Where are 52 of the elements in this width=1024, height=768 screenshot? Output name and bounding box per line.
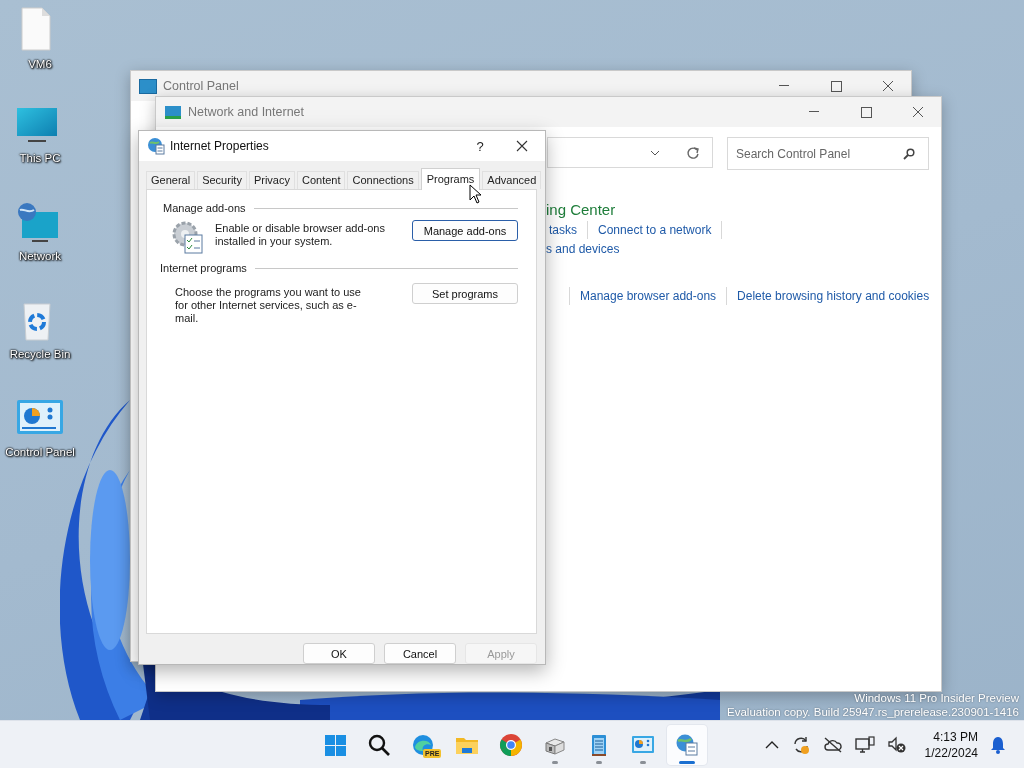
default-button[interactable]: Manage add-ons: [412, 220, 518, 241]
description-text: Choose the programs you want to use for other Internet services, such as e-mail.: [175, 285, 362, 325]
close-icon: [882, 80, 894, 92]
window-title: Control Panel: [163, 79, 239, 93]
window-title: Network and Internet: [188, 105, 305, 119]
tab[interactable]: Privacy: [248, 171, 295, 189]
dialog-title: Internet Properties: [170, 139, 269, 153]
tab[interactable]: General: [146, 171, 196, 189]
section-heading[interactable]: ing Center: [546, 201, 941, 220]
volume-muted-icon[interactable]: [886, 736, 907, 754]
group-label: Manage add-ons: [163, 202, 246, 214]
chrome-icon: [499, 733, 523, 757]
tab[interactable]: Content: [296, 171, 346, 189]
refresh-icon[interactable]: [686, 145, 700, 160]
link[interactable]: s and devices: [546, 240, 630, 258]
dialog-button[interactable]: OK: [303, 643, 375, 664]
bell-icon[interactable]: [990, 736, 1006, 754]
search-icon: [367, 733, 391, 757]
tab[interactable]: Programs: [420, 168, 481, 190]
network-folder-icon: [164, 104, 182, 120]
chevron-up-icon[interactable]: [764, 741, 779, 749]
globe-checklist-icon: [675, 733, 699, 757]
link[interactable]: Delete browsing history and cookies: [726, 287, 940, 305]
start-icon: [323, 733, 347, 757]
group-label: Internet programs: [160, 262, 247, 274]
tab[interactable]: Security: [197, 171, 247, 189]
watermark-text: Windows 11 Pro Insider Preview: [853, 691, 1019, 705]
tab[interactable]: Advanced: [482, 171, 542, 189]
close-icon: [912, 106, 924, 118]
help-button[interactable]: ?: [470, 138, 490, 154]
dialog-button[interactable]: Cancel: [384, 643, 456, 664]
gear-checklist-icon: [171, 220, 203, 254]
network-icon[interactable]: [854, 736, 875, 754]
globe-checklist-icon: [147, 137, 165, 155]
link[interactable]: Connect to a network: [587, 221, 723, 239]
description-text: Enable or disable browser add-ons installed in your system.: [215, 221, 386, 248]
search-icon: [903, 148, 915, 160]
watermark-text: Evaluation copy. Build 25947.rs_prerelease.230901-1416: [727, 705, 1019, 719]
link[interactable]: Manage browser add-ons: [569, 287, 727, 305]
minimize-icon: [779, 85, 789, 87]
tab[interactable]: Connections: [347, 171, 419, 189]
search-field[interactable]: Search Control Panel: [727, 137, 929, 170]
cloud-off-icon[interactable]: [822, 737, 843, 753]
chevron-down-icon[interactable]: [650, 149, 660, 156]
close-icon: [516, 140, 528, 152]
minimize-icon: [809, 111, 819, 113]
time-label: 4:13 PM: [933, 729, 978, 745]
control-panel-icon: [139, 78, 157, 94]
link[interactable]: tasks: [546, 221, 587, 239]
date-label: 1/22/2024: [924, 745, 978, 761]
clock[interactable]: 4:13 PM 1/22/2024: [924, 729, 978, 761]
button-control[interactable]: Set programs: [412, 283, 518, 304]
